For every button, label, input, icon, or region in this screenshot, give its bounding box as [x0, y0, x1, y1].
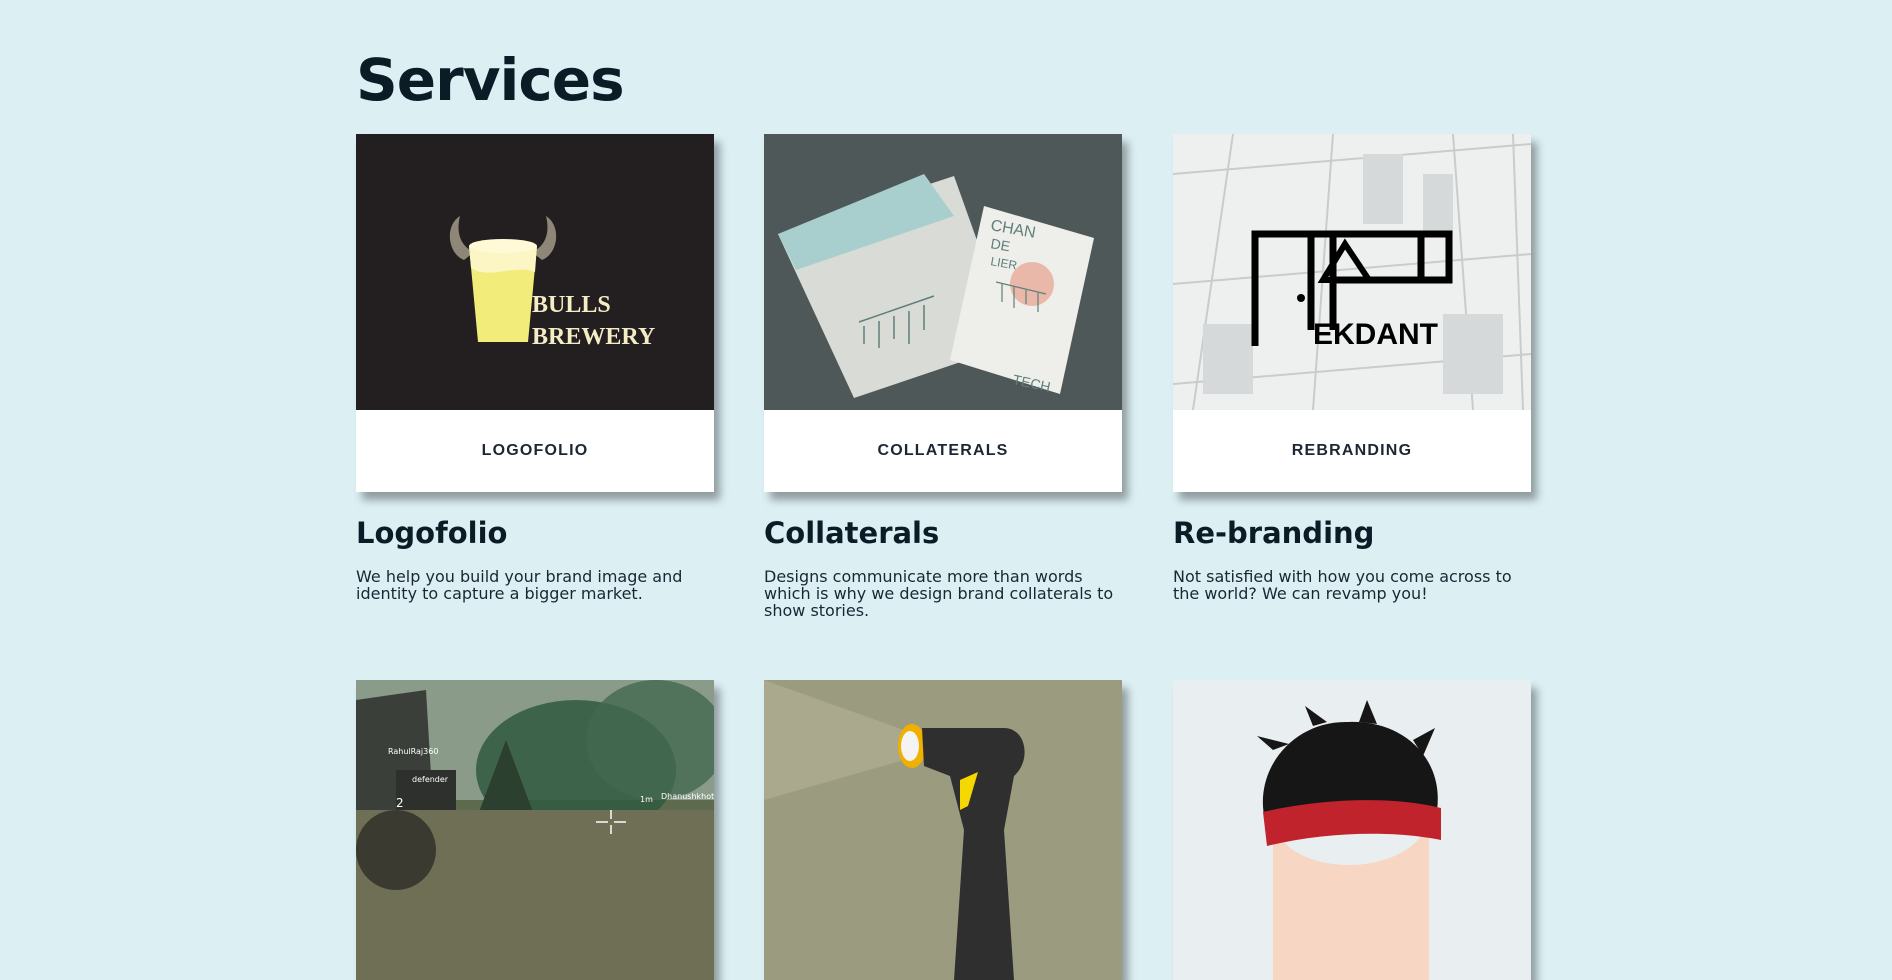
hud-count: 2 — [396, 796, 404, 810]
rebranding-image: EKDANT — [1173, 134, 1531, 410]
hud-player-1: RahulRaj360 — [388, 747, 438, 756]
collaterals-image: CHAN DE LIER TECH — [764, 134, 1122, 410]
collaterals-title: Collaterals — [764, 516, 940, 550]
avatar-illustration-tile[interactable] — [1173, 680, 1531, 980]
collaterals-label: COLLATERALS — [877, 442, 1009, 459]
service-rebranding: EKDANT REBRANDING Re-branding Not satisf… — [1173, 134, 1531, 602]
rebranding-description: Not satisfied with how you come across t… — [1173, 567, 1512, 603]
hud-player-2: defender — [412, 775, 449, 784]
rebranding-card[interactable]: EKDANT REBRANDING — [1173, 134, 1531, 492]
collaterals-card[interactable]: CHAN DE LIER TECH COLLATERALS — [764, 134, 1122, 492]
logofolio-label: LOGOFOLIO — [481, 442, 589, 459]
logofolio-image: BULLS BREWERY — [356, 134, 714, 410]
bulls-logo-text-1: BULLS — [532, 292, 611, 318]
logofolio-title: Logofolio — [356, 516, 508, 550]
game-art-tile[interactable]: RahulRaj360 defender 2 1m Dhanushkhot — [356, 680, 714, 980]
spray-bottle-tile[interactable] — [764, 680, 1122, 980]
logofolio-card[interactable]: BULLS BREWERY LOGOFOLIO — [356, 134, 714, 492]
collaterals-description: Designs communicate more than words whic… — [764, 567, 1114, 620]
bulls-logo-text-2: BREWERY — [532, 324, 655, 350]
collateral-card-text-2: DE — [989, 235, 1011, 254]
page-title: Services — [356, 46, 625, 114]
logofolio-description: We help you build your brand image and i… — [356, 567, 683, 603]
rebranding-title: Re-branding — [1173, 516, 1375, 550]
service-collaterals: CHAN DE LIER TECH COLLATERALS Collateral… — [764, 134, 1122, 619]
rebranding-label: REBRANDING — [1291, 442, 1413, 459]
hud-player-3: Dhanushkhot — [661, 792, 714, 801]
service-logofolio: BULLS BREWERY LOGOFOLIO Logofolio We hel… — [356, 134, 714, 602]
hud-distance: 1m — [640, 795, 653, 804]
pekdant-logo-text: EKDANT — [1313, 318, 1438, 351]
